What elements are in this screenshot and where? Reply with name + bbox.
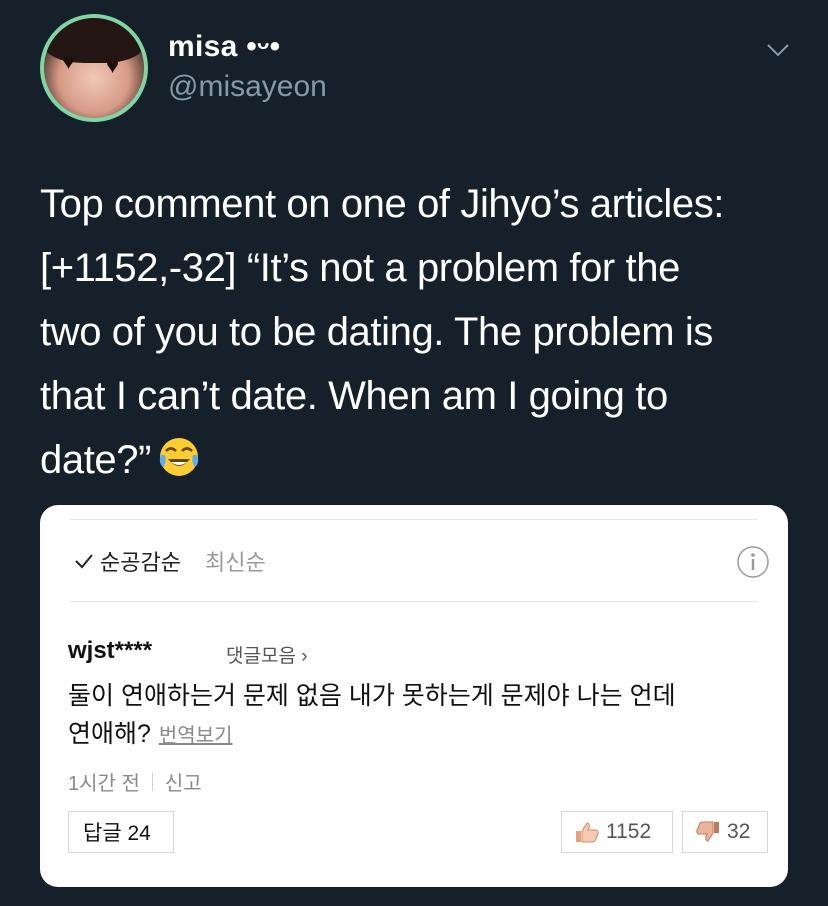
comment-line: 둘이 연애하는거 문제 없음 내가 못하는게 문제야 나는 언데 [68, 682, 676, 710]
chevron-down-icon[interactable] [764, 36, 792, 64]
reply-button-label: 답글 24 [83, 822, 151, 845]
sort-option-latest[interactable]: 최신순 [205, 545, 266, 577]
info-icon[interactable] [736, 545, 770, 579]
screenshot-card[interactable]: 순공감순 최신순 wjst**** 댓글모음 › 둘이 연애하는거 문제 없음 … [40, 505, 788, 887]
like-count: 1152 [606, 820, 652, 843]
reply-button[interactable]: 답글 24 [68, 811, 174, 853]
dislike-button[interactable]: 32 [682, 811, 768, 853]
report-link[interactable]: 신고 [165, 767, 202, 796]
comment-username[interactable]: wjst**** [68, 637, 152, 665]
comment-time: 1시간 전 [68, 773, 140, 795]
tweet-text-line: date?” [40, 428, 800, 492]
tweet-text-line: that I can’t date. When am I going to [40, 374, 668, 418]
dislike-count: 32 [727, 820, 751, 843]
thumbs-down-icon [696, 821, 719, 842]
comment-meta: 1시간 전 신고 [68, 767, 202, 796]
heart-icon: ♥ [62, 49, 76, 74]
tweet-text: Top comment on one of Jihyo’s articles: … [40, 172, 800, 492]
tweet-text-line: two of you to be dating. The problem is [40, 310, 713, 354]
avatar[interactable]: ♥ ♥ [40, 14, 148, 122]
avatar-hair [44, 18, 144, 63]
sort-option-popular[interactable]: 순공감순 [100, 545, 181, 577]
like-button[interactable]: 1152 [561, 811, 673, 853]
divider [151, 772, 153, 791]
tweet-text-line: [+1152,-32] “It’s not a problem for the [40, 246, 680, 290]
thumbs-up-icon [576, 822, 599, 843]
face-with-tears-of-joy-icon [159, 438, 199, 476]
display-name[interactable]: misa •ᵕ• [168, 30, 280, 64]
divider [70, 601, 758, 602]
comment-collection-link[interactable]: 댓글모음 › [226, 641, 308, 668]
checkmark-icon [75, 554, 93, 569]
translate-link[interactable]: 번역보기 [159, 725, 233, 747]
tweet-text-line: Top comment on one of Jihyo’s articles: [40, 182, 725, 226]
user-handle[interactable]: @misayeon [168, 70, 327, 104]
comment-line: 연애해? 번역보기 [68, 715, 768, 755]
comment-body: 둘이 연애하는거 문제 없음 내가 못하는게 문제야 나는 언데 연애해? 번역보… [68, 677, 768, 755]
divider [70, 519, 758, 520]
sort-options: 순공감순 최신순 [74, 545, 266, 577]
heart-icon: ♥ [106, 53, 120, 78]
comment-line-end: 연애해? [68, 720, 151, 748]
tweet-text-end: date?” [40, 438, 152, 482]
